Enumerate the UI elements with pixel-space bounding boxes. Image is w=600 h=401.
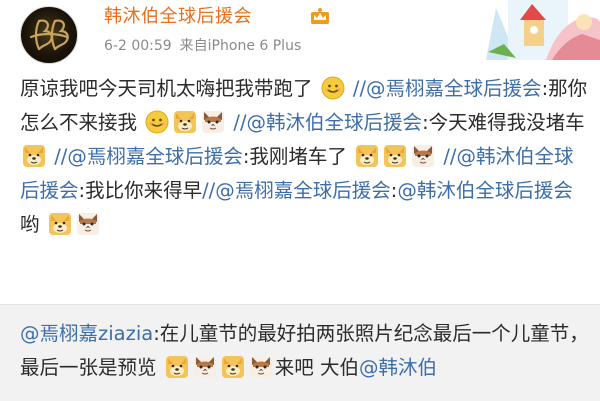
monogram-logo-icon <box>29 19 69 51</box>
post-meta: 6-2 00:59 来自iPhone 6 Plus <box>104 36 301 56</box>
repost-tail: 来吧 <box>274 356 314 379</box>
post-time: 6-2 00:59 <box>104 38 172 54</box>
doge-emoji-icon <box>221 355 245 379</box>
smile-emoji-icon <box>321 76 345 100</box>
doge-emoji-icon <box>22 144 46 168</box>
cat-emoji-icon <box>411 144 435 168</box>
doge-emoji-icon <box>165 355 189 379</box>
post-text-1: 原谅我吧今天司机太嗨把我带跑了 <box>20 77 313 100</box>
post-text-5: :我比你来得早 <box>78 179 203 202</box>
doge-emoji-icon <box>383 144 407 168</box>
doge-emoji-icon <box>48 212 72 236</box>
post-text-4: :我刚堵车了 <box>242 145 347 168</box>
mention-link[interactable]: //@焉栩嘉全球后援会 <box>202 179 391 202</box>
post-body: 原谅我吧今天司机太嗨把我带跑了 //@焉栩嘉全球后援会:那你怎么不来接我 //@… <box>20 72 590 242</box>
repost-card[interactable]: @焉栩嘉ziazia:在儿童节的最好拍两张照片纪念最后一个儿童节，最后一张是预览… <box>0 304 600 401</box>
avatar[interactable] <box>20 6 78 64</box>
post-source[interactable]: 来自iPhone 6 Plus <box>180 38 302 54</box>
repost-tail-2: 大伯 <box>319 356 359 379</box>
repost-author-link[interactable]: @焉栩嘉ziazia <box>20 322 153 345</box>
doge-emoji-icon <box>173 110 197 134</box>
cat-emoji-icon <box>193 355 217 379</box>
mention-link[interactable]: //@韩沐伯全球后援会 <box>233 111 422 134</box>
mention-link[interactable]: //@焉栩嘉全球后援会 <box>353 77 542 100</box>
post-header: 韩沐伯全球后援会 6-2 00:59 来自iPhone 6 Plus <box>0 0 600 64</box>
username[interactable]: 韩沐伯全球后援会 <box>104 4 252 30</box>
post-text-7: 哟 <box>20 213 40 236</box>
doge-emoji-icon <box>355 144 379 168</box>
repost-body: @焉栩嘉ziazia:在儿童节的最好拍两张照片纪念最后一个儿童节，最后一张是预览… <box>20 317 590 385</box>
mention-link[interactable]: @韩沐伯全球后援会 <box>397 179 573 202</box>
smile-emoji-icon <box>145 110 169 134</box>
repost-mention-link[interactable]: @韩沐伯 <box>359 356 437 379</box>
mention-link[interactable]: //@焉栩嘉全球后援会 <box>54 145 243 168</box>
post-text-3: :今天难得我没堵车 <box>422 111 585 134</box>
cat-emoji-icon <box>249 355 273 379</box>
cat-emoji-icon <box>76 212 100 236</box>
header-decoration-icon <box>486 0 600 60</box>
crown-vip-icon[interactable] <box>310 7 330 25</box>
cat-emoji-icon <box>201 110 225 134</box>
